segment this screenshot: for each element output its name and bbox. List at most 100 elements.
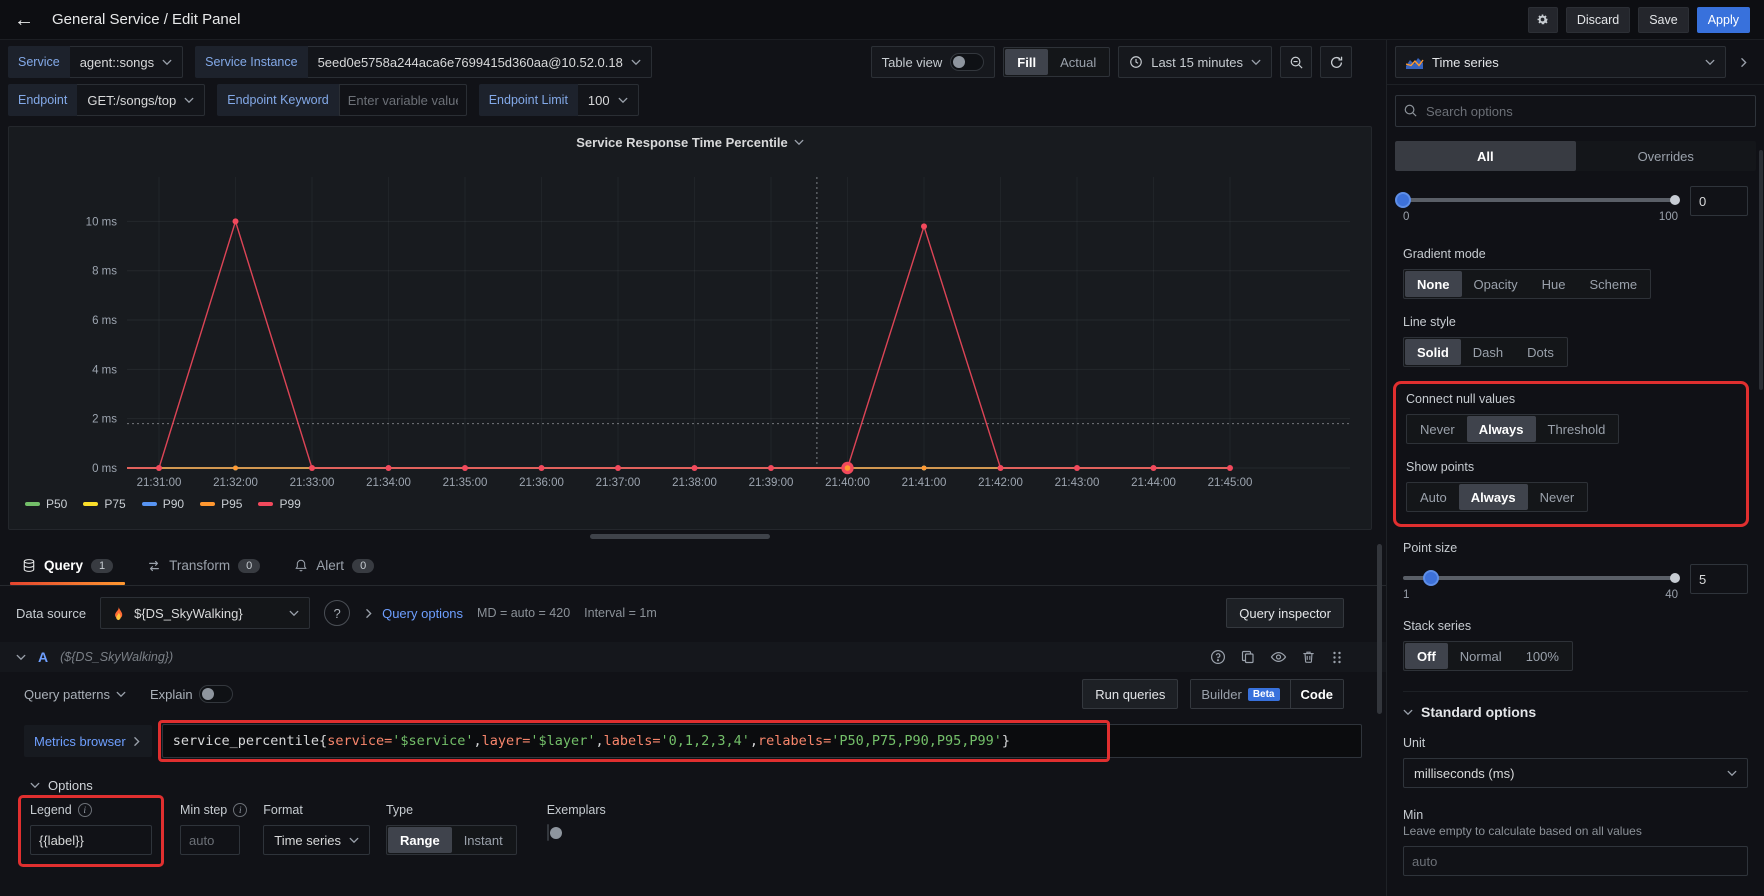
option-never[interactable]: Never [1408,416,1467,442]
query-options-toggle[interactable]: Query options [364,606,463,621]
slider-handle[interactable] [1395,192,1411,208]
max-data-points-text: MD = auto = 420 [477,606,570,620]
option-fill[interactable]: Fill [1005,49,1048,75]
option-auto[interactable]: Auto [1408,484,1459,510]
tab-overrides[interactable]: Overrides [1576,141,1757,171]
option-always[interactable]: Always [1467,416,1536,442]
query-a-header[interactable]: A (${DS_SkyWalking}) [0,642,1386,672]
legend-item-p75[interactable]: P75 [83,497,125,511]
code-mode-button[interactable]: Code [1290,680,1344,708]
format-select[interactable]: Time series [263,825,370,855]
option-scheme[interactable]: Scheme [1577,271,1649,297]
panel-title[interactable]: Service Response Time Percentile [9,127,1371,157]
legend-item-p50[interactable]: P50 [25,497,67,511]
slider-handle[interactable] [1423,570,1439,586]
option-hue[interactable]: Hue [1530,271,1578,297]
option-100-[interactable]: 100% [1514,643,1571,669]
variable-service: Service agent::songs [8,46,183,78]
slider-value-input[interactable] [1690,564,1748,594]
endpoint-value-dropdown[interactable]: GET:/songs/top [77,84,205,116]
query-expression-input[interactable]: service_percentile{service='$service', l… [162,724,1362,758]
service-value-dropdown[interactable]: agent::songs [70,46,183,78]
option-dots[interactable]: Dots [1515,339,1566,365]
option-normal[interactable]: Normal [1448,643,1514,669]
refresh-button[interactable] [1320,46,1352,78]
endpoint-keyword-input[interactable] [339,84,467,116]
slider-value-input[interactable] [1690,186,1748,216]
query-patterns-dropdown[interactable]: Query patterns [24,687,126,702]
panel-settings-button[interactable] [1528,7,1558,33]
chevron-right-icon [1741,57,1748,67]
query-inspector-button[interactable]: Query inspector [1226,598,1344,628]
query-actions [1210,649,1344,665]
info-icon[interactable]: i [233,803,247,817]
query-options-fields: Legendi Min stepi Format Time series Typ… [0,803,1386,867]
tab-alert[interactable]: Alert0 [280,546,388,585]
run-queries-button[interactable]: Run queries [1082,679,1178,709]
fill-opacity-slider-row: 0100 [1403,185,1748,231]
horizontal-scrollbar[interactable] [8,533,1378,540]
eye-icon[interactable] [1270,649,1287,665]
time-range-picker[interactable]: Last 15 minutes [1118,46,1272,78]
tab-query[interactable]: Query1 [8,546,127,585]
info-icon[interactable]: i [78,803,92,817]
option-threshold[interactable]: Threshold [1536,416,1618,442]
svg-text:21:35:00: 21:35:00 [443,477,488,489]
datasource-help-button[interactable]: ? [324,600,350,626]
query-options-section-toggle[interactable]: Options [0,778,1386,793]
panel-options-sidebar: Time series All Overrides 0100 Gradient … [1386,40,1764,896]
endpoint-limit-dropdown[interactable]: 100 [578,84,639,116]
table-view-toggle[interactable] [950,53,984,71]
expression-token: service= [327,733,392,749]
tab-all[interactable]: All [1395,141,1576,171]
legend-item-p95[interactable]: P95 [200,497,242,511]
table-view-label: Table view [882,55,943,70]
drag-handle-icon[interactable] [1330,650,1344,665]
option-dash[interactable]: Dash [1461,339,1515,365]
option-always[interactable]: Always [1459,484,1528,510]
option-off[interactable]: Off [1405,643,1448,669]
svg-text:21:33:00: 21:33:00 [290,477,335,489]
help-circle-icon[interactable] [1210,649,1226,665]
time-series-plot[interactable]: 0 ms2 ms4 ms6 ms8 ms10 ms21:31:0021:32:0… [9,157,1371,493]
slider-track[interactable]: 140 [1403,569,1678,603]
vertical-scrollbar-thumb[interactable] [1377,544,1382,714]
collapse-sidebar-button[interactable] [1732,50,1756,74]
legend-item-p90[interactable]: P90 [142,497,184,511]
datasource-picker[interactable]: ${DS_SkyWalking} [100,597,310,629]
zoom-out-button[interactable] [1280,46,1312,78]
builder-mode-button[interactable]: Builder Beta [1191,680,1289,708]
chevron-down-icon [184,97,194,104]
option-solid[interactable]: Solid [1405,339,1461,365]
legend-format-input[interactable] [30,825,152,855]
metrics-browser-button[interactable]: Metrics browser [24,725,152,757]
option-instant[interactable]: Instant [452,827,515,853]
option-actual[interactable]: Actual [1048,49,1108,75]
standard-options-section-toggle[interactable]: Standard options [1403,704,1748,720]
options-search-input[interactable] [1395,95,1756,127]
back-arrow-icon[interactable]: ← [14,10,34,30]
scrollbar-thumb[interactable] [590,534,770,539]
option-range[interactable]: Range [388,827,452,853]
chevron-down-icon [16,654,26,661]
visualization-picker[interactable]: Time series [1395,46,1726,78]
explain-toggle[interactable] [199,685,233,703]
option-none[interactable]: None [1405,271,1462,297]
min-input[interactable] [1403,846,1748,876]
exemplars-toggle[interactable] [547,824,549,841]
tab-transform[interactable]: Transform0 [133,546,274,585]
slider-track[interactable]: 0100 [1403,191,1678,225]
save-button[interactable]: Save [1638,7,1689,33]
option-never[interactable]: Never [1528,484,1587,510]
legend-item-p99[interactable]: P99 [258,497,300,511]
variable-service-instance: Service Instance 5eed0e5758a244aca6e7699… [195,46,652,78]
min-step-input[interactable] [180,825,240,855]
apply-button[interactable]: Apply [1697,7,1750,33]
copy-icon[interactable] [1240,649,1256,665]
service-instance-value-dropdown[interactable]: 5eed0e5758a244aca6e7699415d360aa@10.52.0… [308,46,652,78]
discard-button[interactable]: Discard [1566,7,1630,33]
option-opacity[interactable]: Opacity [1462,271,1530,297]
unit-select[interactable]: milliseconds (ms) [1403,758,1748,788]
trash-icon[interactable] [1301,649,1316,665]
sidebar-scrollbar-thumb[interactable] [1759,150,1763,390]
